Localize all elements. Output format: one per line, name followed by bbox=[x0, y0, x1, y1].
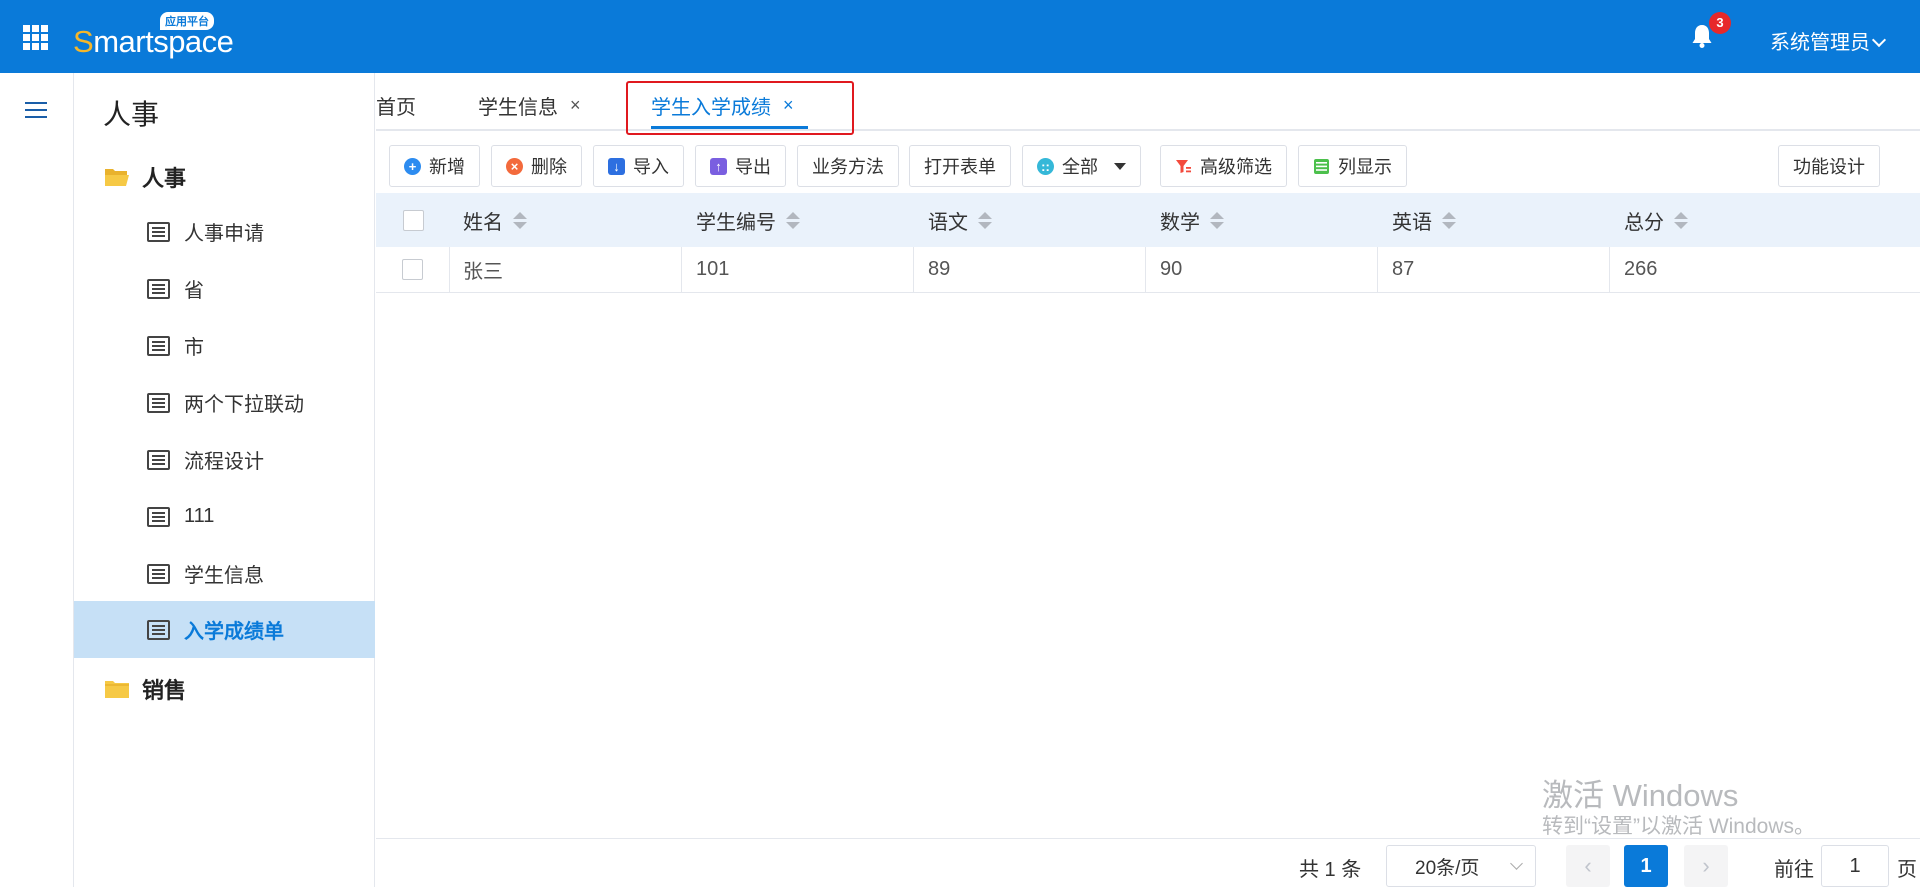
export-icon: ↑ bbox=[710, 157, 727, 175]
cell-total: 266 bbox=[1624, 258, 1658, 280]
sidebar-item-city[interactable]: 市 bbox=[74, 317, 375, 374]
column-header-name[interactable]: 姓名 bbox=[450, 193, 682, 247]
chevron-down-icon bbox=[1510, 857, 1523, 870]
tab-student-admission-scores[interactable]: 学生入学成绩 × bbox=[651, 91, 794, 120]
next-page-button[interactable]: › bbox=[1684, 845, 1728, 887]
export-button[interactable]: ↑ 导出 bbox=[695, 145, 786, 187]
sidebar-title: 人事 bbox=[103, 99, 160, 130]
list-icon bbox=[147, 506, 170, 527]
column-display-button[interactable]: 列显示 bbox=[1298, 145, 1407, 187]
business-method-button[interactable]: 业务方法 bbox=[797, 145, 899, 187]
scope-select[interactable]: :: 全部 bbox=[1022, 145, 1141, 187]
list-icon bbox=[147, 335, 170, 356]
grid-dots-icon: :: bbox=[1037, 157, 1054, 175]
total-count: 共 1 条 bbox=[1299, 859, 1362, 881]
folder-icon bbox=[105, 681, 129, 698]
active-tab-indicator bbox=[651, 126, 808, 129]
column-header-english[interactable]: 英语 bbox=[1378, 193, 1610, 247]
sidebar-item-111[interactable]: 111 bbox=[74, 488, 375, 545]
chevron-left-icon: ‹ bbox=[1584, 853, 1592, 878]
goto-label: 前往 bbox=[1774, 859, 1814, 881]
page-suffix: 页 bbox=[1897, 859, 1917, 881]
import-button[interactable]: ↓ 导入 bbox=[593, 145, 684, 187]
list-icon bbox=[147, 221, 170, 242]
open-form-button[interactable]: 打开表单 bbox=[909, 145, 1011, 187]
windows-activation-title: 激活 Windows bbox=[1542, 778, 1739, 813]
tab-home[interactable]: 首页 bbox=[376, 91, 416, 120]
select-all-cell bbox=[376, 193, 450, 247]
column-header-student-id[interactable]: 学生编号 bbox=[682, 193, 914, 247]
chevron-down-icon bbox=[1871, 32, 1887, 48]
sidebar-group-sales[interactable]: 销售 bbox=[104, 673, 186, 705]
windows-activation-subtitle: 转到“设置”以激活 Windows。 bbox=[1542, 815, 1816, 838]
sidebar-item-hr-application[interactable]: 人事申请 bbox=[74, 203, 375, 260]
left-rail bbox=[0, 73, 74, 887]
import-icon: ↓ bbox=[608, 157, 625, 175]
close-icon[interactable]: × bbox=[783, 95, 794, 116]
user-name: 系统管理员 bbox=[1770, 32, 1870, 54]
chevron-right-icon: › bbox=[1702, 853, 1710, 878]
sort-icon[interactable] bbox=[786, 211, 800, 229]
column-header-total[interactable]: 总分 bbox=[1610, 193, 1920, 247]
caret-down-icon bbox=[1114, 162, 1126, 170]
pagination: 共 1 条 20条/页 ‹ 1 › 前往 页 bbox=[376, 838, 1920, 887]
tab-bar: 首页 学生信息 × 学生入学成绩 × bbox=[376, 73, 1920, 131]
sort-icon[interactable] bbox=[513, 211, 527, 229]
goto-page-input[interactable] bbox=[1821, 845, 1889, 887]
list-icon bbox=[147, 392, 170, 413]
sidebar-item-student-info[interactable]: 学生信息 bbox=[74, 545, 375, 602]
user-menu[interactable]: 系统管理员 bbox=[1770, 26, 1887, 55]
advanced-filter-button[interactable]: 高级筛选 bbox=[1160, 145, 1287, 187]
sidebar-item-admission-scores[interactable]: 入学成绩单 bbox=[74, 601, 375, 658]
filter-icon bbox=[1176, 159, 1191, 173]
menu-toggle-icon[interactable] bbox=[25, 102, 47, 118]
sidebar-item-province[interactable]: 省 bbox=[74, 260, 375, 317]
sidebar: 人事 人事 人事申请 省 市 两个下拉联动 流程设计 111 学生信息 入学成绩… bbox=[74, 73, 375, 887]
sort-icon[interactable] bbox=[1442, 211, 1456, 229]
row-select-cell bbox=[376, 247, 450, 292]
tab-student-info[interactable]: 学生信息 × bbox=[478, 91, 581, 120]
table-icon bbox=[1314, 158, 1329, 174]
select-all-checkbox[interactable] bbox=[402, 209, 424, 231]
add-button[interactable]: + 新增 bbox=[389, 145, 480, 187]
prev-page-button[interactable]: ‹ bbox=[1566, 845, 1610, 887]
plus-icon: + bbox=[404, 157, 421, 175]
sort-icon[interactable] bbox=[978, 211, 992, 229]
sidebar-item-flow-design[interactable]: 流程设计 bbox=[74, 431, 375, 488]
notification-count-badge: 3 bbox=[1709, 12, 1731, 34]
cell-english: 87 bbox=[1378, 247, 1610, 292]
app-grid-icon[interactable] bbox=[23, 25, 48, 50]
page-number-current[interactable]: 1 bbox=[1624, 845, 1668, 887]
smartspace-logo[interactable]: Smartspace bbox=[73, 24, 234, 60]
table-header: 姓名 学生编号 语文 数学 英语 总分 bbox=[376, 193, 1920, 247]
column-header-chinese[interactable]: 语文 bbox=[914, 193, 1146, 247]
list-icon bbox=[147, 619, 170, 640]
top-header: Smartspace 应用平台 3 系统管理员 bbox=[0, 0, 1920, 73]
list-icon bbox=[147, 563, 170, 584]
function-design-button[interactable]: 功能设计 bbox=[1778, 145, 1880, 187]
delete-button[interactable]: × 删除 bbox=[491, 145, 582, 187]
sidebar-group-hr[interactable]: 人事 bbox=[104, 161, 186, 193]
delete-icon: × bbox=[506, 157, 523, 175]
table-row[interactable]: 张三 101 89 90 87 266 bbox=[376, 247, 1920, 293]
cell-name: 张三 bbox=[450, 247, 682, 292]
cell-math: 90 bbox=[1146, 247, 1378, 292]
column-header-math[interactable]: 数学 bbox=[1146, 193, 1378, 247]
list-icon bbox=[147, 278, 170, 299]
folder-open-icon bbox=[105, 169, 129, 186]
logo-badge: 应用平台 bbox=[160, 12, 214, 30]
sidebar-item-cascade-dropdowns[interactable]: 两个下拉联动 bbox=[74, 374, 375, 431]
list-icon bbox=[147, 449, 170, 470]
sort-icon[interactable] bbox=[1674, 211, 1688, 229]
cell-student-id: 101 bbox=[682, 247, 914, 292]
cell-chinese: 89 bbox=[914, 247, 1146, 292]
data-table: 姓名 学生编号 语文 数学 英语 总分 张三 101 89 90 87 266 bbox=[376, 193, 1920, 293]
sort-icon[interactable] bbox=[1210, 211, 1224, 229]
close-icon[interactable]: × bbox=[570, 95, 581, 116]
row-checkbox[interactable] bbox=[402, 259, 423, 280]
toolbar: + 新增 × 删除 ↓ 导入 ↑ 导出 业务方法 打开表单 :: 全部 高级筛选… bbox=[376, 131, 1920, 191]
page-size-select[interactable]: 20条/页 bbox=[1386, 845, 1536, 887]
